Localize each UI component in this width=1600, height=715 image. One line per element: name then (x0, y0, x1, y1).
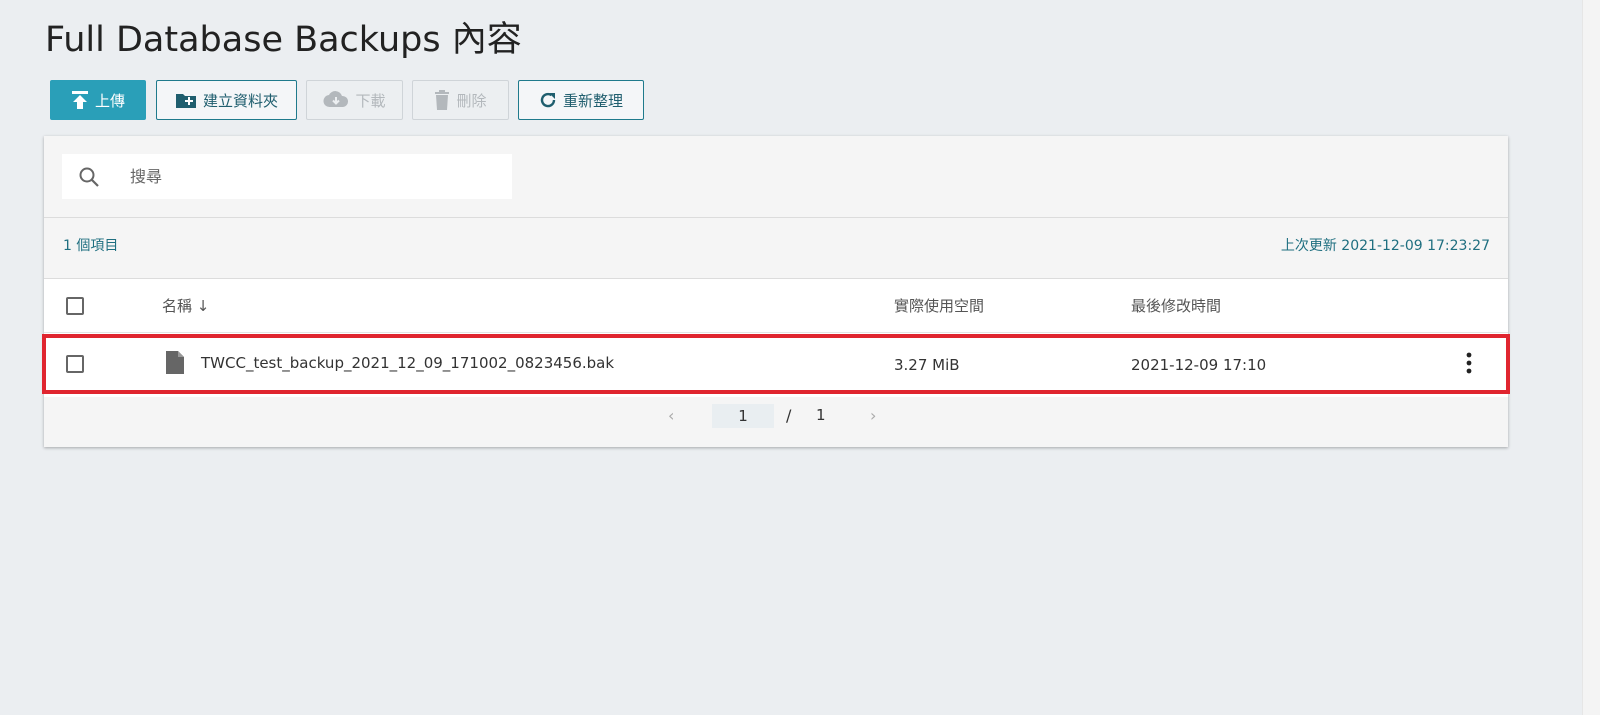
delete-label: 刪除 (456, 91, 487, 110)
folder-plus-icon (175, 94, 196, 108)
new-folder-button[interactable]: 建立資料夾 (156, 80, 297, 120)
refresh-icon (540, 92, 556, 108)
page-separator: / (786, 406, 792, 425)
search-input[interactable] (130, 154, 500, 199)
upload-label: 上傳 (94, 91, 125, 110)
vertical-scrollbar[interactable] (1582, 0, 1600, 715)
total-pages: 1 (816, 406, 826, 424)
download-label: 下載 (355, 91, 386, 110)
page-title: Full Database Backups 內容 (45, 20, 522, 60)
new-folder-label: 建立資料夾 (202, 91, 278, 110)
refresh-button[interactable]: 重新整理 (518, 80, 644, 120)
select-all-checkbox[interactable] (66, 297, 84, 315)
name-column-header[interactable]: 名稱 ↓ (162, 296, 209, 316)
highlight-annotation (42, 334, 1510, 394)
name-column-label: 名稱 (162, 297, 193, 315)
divider (44, 217, 1508, 218)
download-button[interactable]: 下載 (306, 80, 403, 120)
delete-button[interactable]: 刪除 (412, 80, 509, 120)
item-count: 1 個項目 (63, 238, 119, 254)
previous-page-button[interactable]: ‹ (668, 406, 674, 425)
search-box (62, 154, 512, 199)
pagination: ‹ 1 / 1 › (44, 394, 1508, 444)
file-browser-panel: 1 個項目 上次更新 2021-12-09 17:23:27 名稱 ↓ 實際使用… (42, 136, 1510, 447)
upload-button[interactable]: 上傳 (50, 80, 146, 120)
next-page-button[interactable]: › (870, 406, 876, 425)
size-column-header: 實際使用空間 (894, 297, 985, 315)
table-header: 名稱 ↓ 實際使用空間 最後修改時間 (44, 279, 1508, 333)
trash-icon (435, 90, 450, 110)
file-table: 名稱 ↓ 實際使用空間 最後修改時間 TWCC_test_backup_2021… (42, 278, 1510, 397)
search-icon (79, 167, 99, 187)
sort-arrow-down-icon: ↓ (196, 297, 210, 315)
upload-icon (71, 91, 88, 109)
cloud-download-icon (323, 91, 349, 108)
table-row[interactable]: TWCC_test_backup_2021_12_09_171002_08234… (42, 333, 1510, 395)
modified-column-header: 最後修改時間 (1131, 297, 1222, 315)
current-page-input[interactable]: 1 (712, 404, 774, 428)
refresh-label: 重新整理 (562, 91, 623, 110)
last-updated: 上次更新 2021-12-09 17:23:27 (1280, 238, 1490, 254)
